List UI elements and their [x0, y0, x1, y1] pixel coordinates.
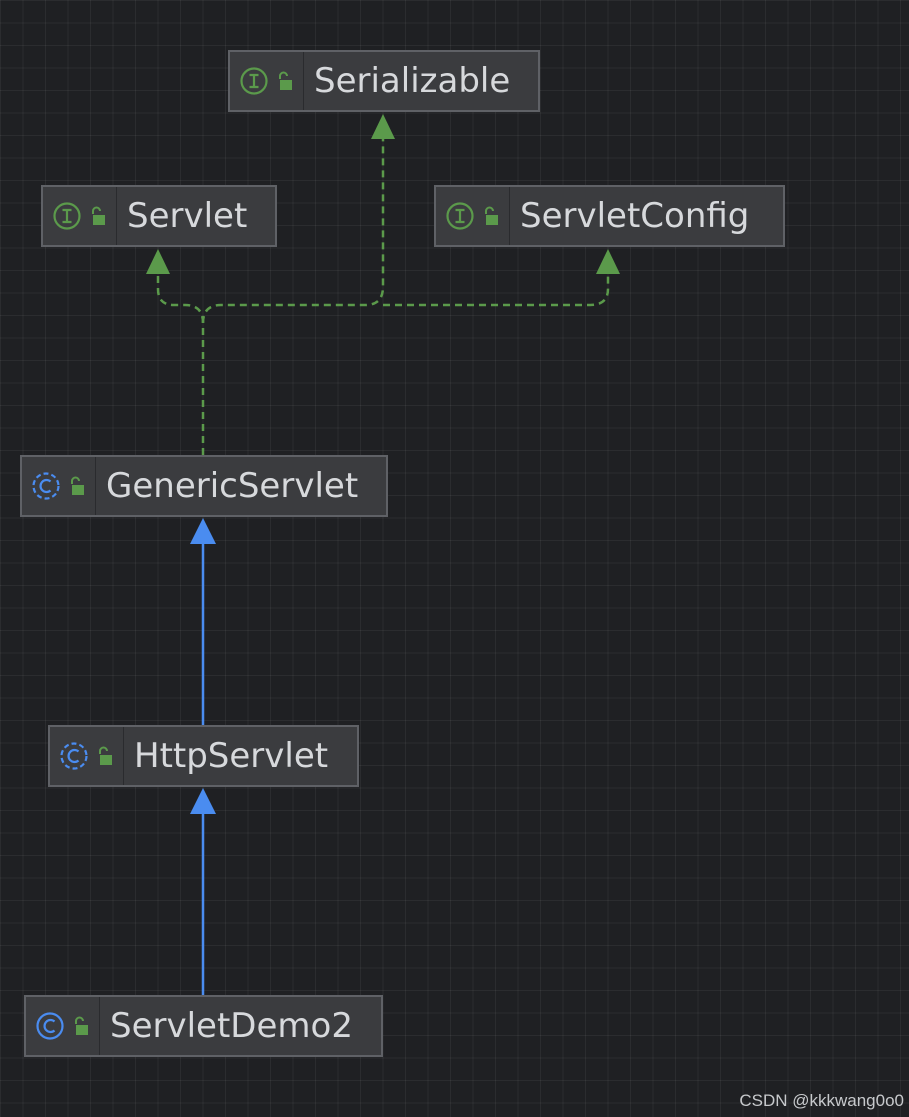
node-icons	[22, 457, 96, 515]
node-label: Servlet	[127, 196, 248, 236]
node-label: HttpServlet	[134, 736, 329, 776]
node-label: ServletConfig	[520, 196, 750, 236]
edge-genericservlet-to-servletconfig	[383, 274, 610, 307]
arrowhead-servlet	[146, 249, 170, 274]
node-icons	[43, 187, 117, 245]
unlocked-lock-icon	[71, 476, 84, 495]
node-servletdemo2[interactable]: ServletDemo2	[24, 995, 383, 1057]
node-serializable[interactable]: Serializable	[228, 50, 540, 112]
node-label: GenericServlet	[106, 466, 359, 506]
node-icons	[50, 727, 124, 785]
unlocked-lock-icon	[75, 1016, 88, 1035]
arrowhead-serializable	[371, 114, 395, 139]
diagram-canvas: Serializable Servlet ServletConfig Gener…	[0, 0, 909, 1117]
node-servlet[interactable]: Servlet	[41, 185, 277, 247]
class-icon	[36, 1012, 64, 1040]
arrowhead-genericservlet	[190, 518, 216, 544]
node-genericservlet[interactable]: GenericServlet	[20, 455, 388, 517]
node-servletconfig[interactable]: ServletConfig	[434, 185, 785, 247]
node-icons	[436, 187, 510, 245]
unlocked-lock-icon	[92, 206, 105, 225]
unlocked-lock-icon	[279, 71, 292, 90]
interface-icon	[446, 202, 474, 230]
abstract-class-icon	[60, 742, 88, 770]
interface-icon	[240, 67, 268, 95]
abstract-class-icon	[32, 472, 60, 500]
node-httpservlet[interactable]: HttpServlet	[48, 725, 359, 787]
unlocked-lock-icon	[485, 206, 498, 225]
node-label: Serializable	[314, 61, 511, 101]
node-label: ServletDemo2	[110, 1006, 353, 1046]
node-icons	[26, 997, 100, 1055]
unlocked-lock-icon	[99, 746, 112, 765]
edges-layer	[146, 114, 620, 995]
arrowhead-httpservlet	[190, 788, 216, 814]
interface-icon	[53, 202, 81, 230]
node-icons	[230, 52, 304, 110]
edge-genericservlet-to-servlet	[156, 274, 205, 455]
arrowhead-servletconfig	[596, 249, 620, 274]
watermark: CSDN @kkkwang0o0	[739, 1091, 904, 1110]
